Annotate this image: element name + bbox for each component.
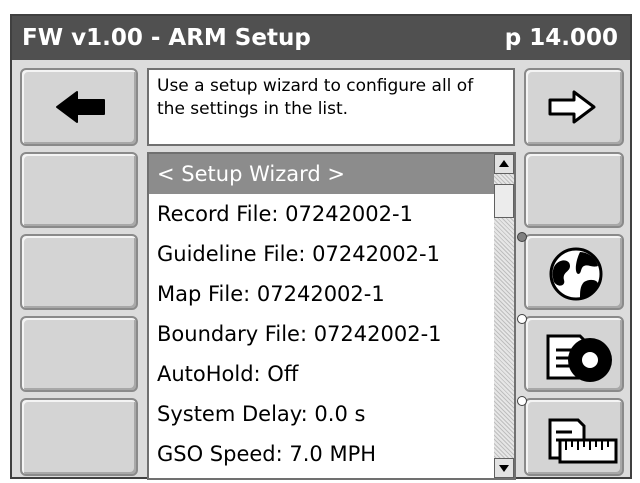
blank-button-2[interactable] <box>20 234 138 310</box>
forward-button[interactable] <box>524 68 624 146</box>
list-item-autohold[interactable]: AutoHold: Off <box>149 354 494 394</box>
window-title: FW v1.00 - ARM Setup <box>22 25 311 51</box>
list-item-guideline-file[interactable]: Guideline File: 07242002-1 <box>149 234 494 274</box>
list-item-boundary-file[interactable]: Boundary File: 07242002-1 <box>149 314 494 354</box>
file-disk-button[interactable] <box>524 316 624 392</box>
list-item-gso-speed[interactable]: GSO Speed: 7.0 MPH <box>149 434 494 474</box>
scroll-down-button[interactable] <box>494 458 514 478</box>
list-item-record-file[interactable]: Record File: 07242002-1 <box>149 194 494 234</box>
list-item-setup-wizard[interactable]: < Setup Wizard > <box>149 154 494 194</box>
scroll-thumb[interactable] <box>494 184 514 218</box>
right-arrow-icon <box>548 90 596 124</box>
scroll-up-button[interactable] <box>494 154 514 174</box>
indicator-dot-ruler <box>517 396 527 406</box>
left-arrow-icon <box>56 91 105 123</box>
blank-button-right[interactable] <box>524 152 624 228</box>
indicator-dot-globe <box>517 232 527 242</box>
globe-icon <box>549 247 603 301</box>
ruler-button[interactable] <box>524 398 624 476</box>
back-button[interactable] <box>20 68 138 146</box>
ruler-icon <box>548 418 618 464</box>
app-window: FW v1.00 - ARM Setup p 14.000 Use a setu… <box>10 14 632 480</box>
blank-button-3[interactable] <box>20 316 138 392</box>
blank-button-1[interactable] <box>20 152 138 228</box>
scroll-down-icon <box>499 465 509 472</box>
file-disk-icon <box>546 334 612 382</box>
page-number: p 14.000 <box>504 25 618 51</box>
scrollbar[interactable] <box>494 154 514 478</box>
list-item-map-file[interactable]: Map File: 07242002-1 <box>149 274 494 314</box>
info-description: Use a setup wizard to configure all of t… <box>147 68 515 146</box>
scroll-up-icon <box>499 160 509 167</box>
list-item-system-delay[interactable]: System Delay: 0.0 s <box>149 394 494 434</box>
settings-list[interactable]: < Setup Wizard > Record File: 07242002-1… <box>147 152 516 480</box>
map-globe-button[interactable] <box>524 234 624 310</box>
indicator-dot-disk <box>517 314 527 324</box>
title-bar: FW v1.00 - ARM Setup p 14.000 <box>12 16 630 60</box>
blank-button-4[interactable] <box>20 398 138 476</box>
